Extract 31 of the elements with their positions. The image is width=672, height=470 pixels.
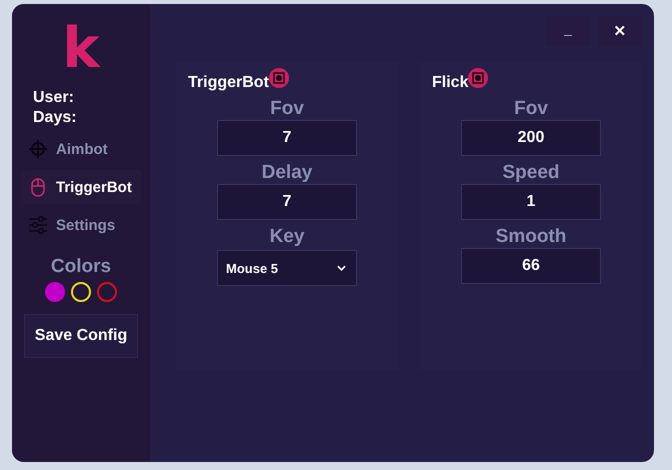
field-label: Smooth	[496, 226, 566, 248]
close-button[interactable]: ✕	[598, 16, 642, 46]
field-label: Speed	[502, 162, 560, 184]
crosshair-icon	[28, 139, 48, 159]
toggle-icon[interactable]	[468, 68, 488, 88]
field-label: Fov	[270, 98, 304, 120]
input-field[interactable]: 7	[217, 184, 357, 220]
panel-title: TriggerBot	[188, 74, 269, 92]
input-field[interactable]: 200	[461, 120, 601, 156]
days-label: Days:	[33, 108, 77, 128]
logo: k	[62, 24, 100, 74]
field-label: Key	[270, 226, 304, 248]
field-label: Delay	[262, 162, 312, 184]
minimize-button[interactable]: _	[546, 16, 590, 46]
field-label: Fov	[514, 98, 548, 120]
color-swatch[interactable]	[97, 282, 117, 302]
sidebar-item[interactable]: TriggerBot	[22, 170, 142, 204]
sidebar-item[interactable]: Settings	[22, 208, 142, 242]
color-swatch[interactable]	[45, 282, 65, 302]
save-config-button[interactable]: Save Config	[24, 314, 138, 358]
dropdown[interactable]: Mouse 5	[217, 250, 357, 286]
toggle-icon[interactable]	[268, 68, 289, 88]
colors-title: Colors	[50, 256, 112, 278]
chevron-icon	[337, 265, 346, 271]
sidebar-item[interactable]: Aimbot	[22, 132, 142, 166]
sliders-icon	[28, 215, 48, 235]
input-field[interactable]: 7	[217, 120, 357, 156]
input-field[interactable]: 66	[461, 248, 601, 284]
input-field[interactable]: 1	[461, 184, 601, 220]
user-label: User:	[33, 88, 74, 108]
panel-title: Flick	[432, 74, 468, 92]
